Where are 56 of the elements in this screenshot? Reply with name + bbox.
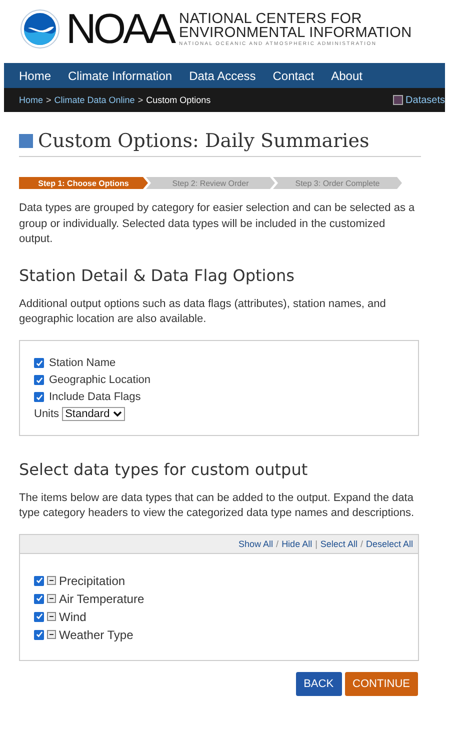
checkbox[interactable] — [34, 594, 44, 604]
nav-link[interactable]: Climate Information — [68, 68, 172, 82]
collapse-icon[interactable] — [47, 594, 56, 603]
logo-icon — [20, 9, 60, 49]
category-label[interactable]: Weather Type — [59, 628, 134, 642]
section-heading: Station Detail & Data Flag Options — [19, 266, 296, 284]
site-title: ENVIRONMENTAL INFORMATION — [179, 26, 412, 40]
datasets-checkbox[interactable] — [392, 95, 403, 105]
option-label: Include Data Flags — [49, 391, 141, 403]
site-title: NATIONAL CENTERS FOR — [179, 12, 363, 26]
checkbox[interactable] — [34, 358, 44, 368]
section-heading: Select data types for custom output — [19, 460, 309, 478]
checkbox[interactable] — [34, 392, 44, 402]
pipe-separator: | — [315, 538, 318, 548]
breadcrumb-separator: > — [46, 95, 52, 105]
checkbox[interactable] — [34, 576, 44, 586]
deselect-all-link[interactable]: Deselect All — [366, 538, 413, 548]
intro-text: Data types are grouped by category for easier selection and can be selected as a group or individually. Selected data types will be included in the customized output. — [19, 201, 416, 247]
nav-link[interactable]: About — [331, 68, 362, 82]
back-button[interactable]: BACK — [296, 672, 342, 696]
continue-button[interactable]: CONTINUE — [344, 672, 418, 696]
slash-separator: / — [360, 538, 363, 548]
datasets-label[interactable]: Datasets — [406, 94, 445, 106]
breadcrumb-current: Custom Options — [146, 95, 211, 105]
title-square-icon — [19, 134, 33, 148]
chevron-down-icon — [112, 410, 122, 416]
show-all-link[interactable]: Show All — [238, 538, 274, 548]
collapse-icon[interactable] — [47, 576, 56, 585]
checkbox[interactable] — [34, 375, 44, 385]
logo-wordmark: NOAA — [66, 8, 174, 50]
breadcrumb-link[interactable]: Home — [19, 95, 44, 105]
collapse-icon[interactable] — [47, 630, 56, 639]
checkbox[interactable] — [34, 630, 44, 640]
option-label: Station Name — [49, 357, 116, 369]
collapse-icon[interactable] — [47, 612, 56, 621]
breadcrumb-separator: > — [138, 95, 144, 105]
step-indicator: Step 1: Choose Options — [19, 177, 148, 189]
checkbox[interactable] — [34, 612, 44, 622]
option-label: Geographic Location — [49, 374, 151, 386]
section-description: Additional output options such as data flags (attributes), station names, and geographic location are also available. — [19, 296, 387, 327]
category-label[interactable]: Wind — [59, 610, 86, 624]
page-title: Custom Options: Daily Summaries — [38, 130, 370, 152]
units-dropdown[interactable]: Standard — [62, 406, 125, 420]
section-description: The items below are data types that can be added to the output. Expand the data type category headers to view the categorized data type names and descriptions. — [19, 490, 416, 521]
hide-all-link[interactable]: Hide All — [282, 538, 312, 548]
nav-link[interactable]: Home — [19, 68, 52, 82]
category-label[interactable]: Precipitation — [59, 574, 126, 588]
units-label: Units — [34, 408, 60, 420]
select-all-link[interactable]: Select All — [320, 538, 358, 548]
breadcrumb-link[interactable]: Climate Data Online — [54, 95, 135, 105]
category-label[interactable]: Air Temperature — [59, 592, 144, 606]
nav-link[interactable]: Data Access — [189, 68, 256, 82]
slash-separator: / — [276, 538, 279, 548]
step-indicator: Step 2: Review Order — [146, 177, 275, 189]
nav-link[interactable]: Contact — [272, 68, 314, 82]
step-indicator: Step 3: Order Complete — [273, 177, 402, 189]
